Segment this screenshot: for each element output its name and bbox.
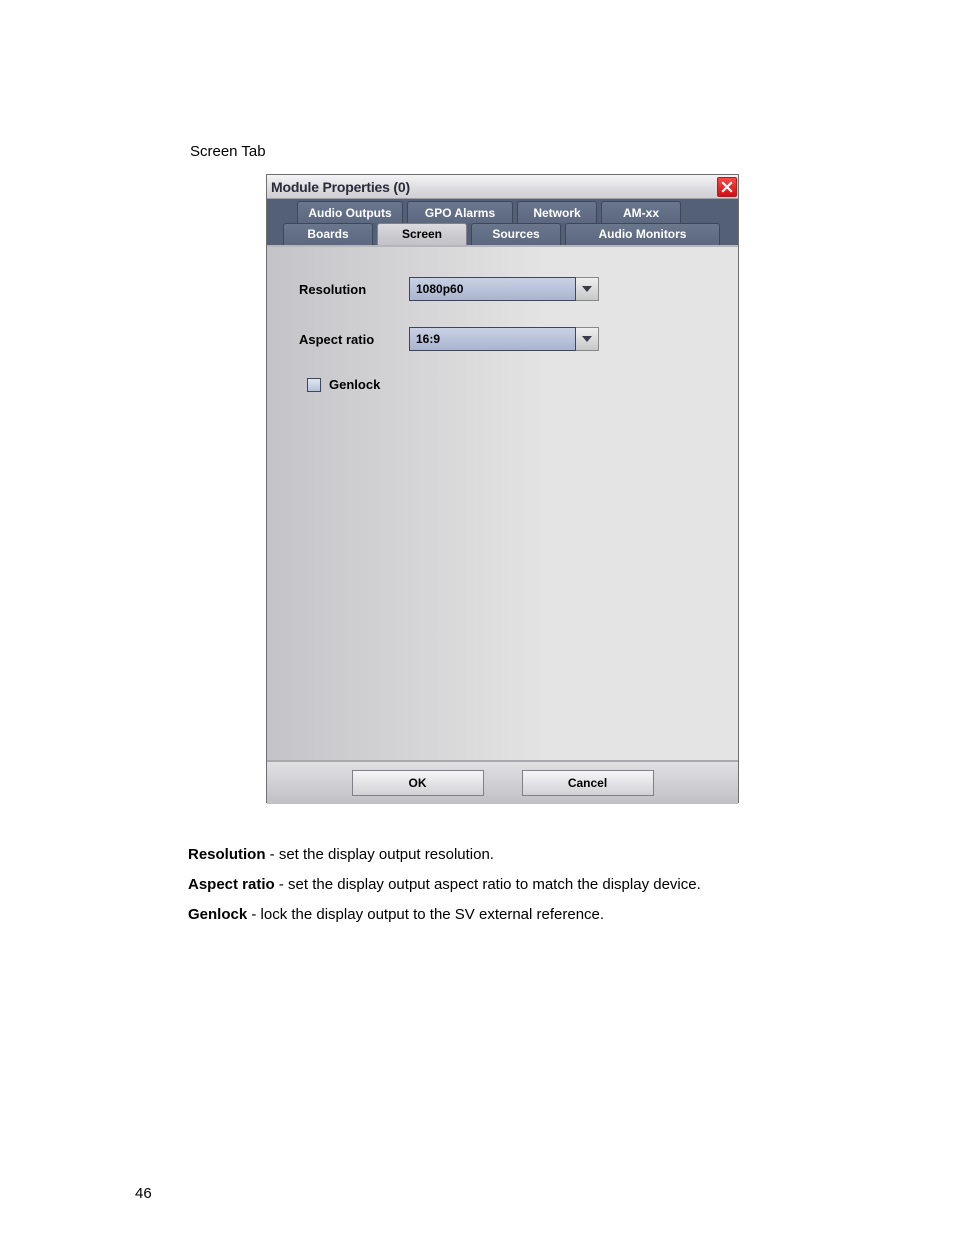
genlock-checkbox[interactable]: [307, 378, 321, 392]
tab-boards[interactable]: Boards: [283, 223, 373, 245]
tab-gpo-alarms[interactable]: GPO Alarms: [407, 201, 513, 223]
description-genlock: Genlock - lock the display output to the…: [188, 905, 604, 925]
text-resolution: - set the display output resolution.: [266, 846, 494, 863]
tab-sources[interactable]: Sources: [471, 223, 561, 245]
genlock-label: Genlock: [329, 377, 380, 392]
tab-network[interactable]: Network: [517, 201, 597, 223]
tab-content: Resolution 1080p60 Aspect ratio 16:9: [267, 245, 738, 760]
text-genlock: - lock the display output to the SV exte…: [247, 906, 604, 923]
close-button[interactable]: [717, 177, 737, 197]
tab-am-xx[interactable]: AM-xx: [601, 201, 681, 223]
section-title: Screen Tab: [190, 143, 266, 160]
resolution-dropdown[interactable]: 1080p60: [409, 277, 599, 301]
resolution-value: 1080p60: [409, 277, 576, 301]
term-resolution: Resolution: [188, 846, 266, 863]
module-properties-dialog: Module Properties (0) Audio Outputs GPO …: [266, 174, 739, 803]
cancel-button[interactable]: Cancel: [522, 770, 654, 796]
aspect-ratio-label: Aspect ratio: [299, 332, 409, 347]
aspect-ratio-value: 16:9: [409, 327, 576, 351]
chevron-down-icon: [582, 336, 592, 342]
close-icon: [721, 181, 733, 193]
dialog-title: Module Properties (0): [271, 179, 410, 195]
chevron-down-icon: [582, 286, 592, 292]
tab-area: Audio Outputs GPO Alarms Network AM-xx B…: [267, 199, 738, 245]
text-aspect: - set the display output aspect ratio to…: [275, 876, 701, 893]
description-resolution: Resolution - set the display output reso…: [188, 845, 494, 865]
resolution-label: Resolution: [299, 282, 409, 297]
dialog-titlebar: Module Properties (0): [267, 175, 738, 199]
tab-screen[interactable]: Screen: [377, 223, 467, 245]
term-genlock: Genlock: [188, 906, 247, 923]
term-aspect: Aspect ratio: [188, 876, 275, 893]
aspect-ratio-dropdown[interactable]: 16:9: [409, 327, 599, 351]
tab-audio-outputs[interactable]: Audio Outputs: [297, 201, 403, 223]
tab-audio-monitors[interactable]: Audio Monitors: [565, 223, 720, 245]
aspect-ratio-dropdown-button[interactable]: [576, 327, 599, 351]
description-aspect: Aspect ratio - set the display output as…: [188, 875, 701, 895]
ok-button[interactable]: OK: [352, 770, 484, 796]
resolution-dropdown-button[interactable]: [576, 277, 599, 301]
dialog-button-bar: OK Cancel: [267, 760, 738, 804]
page-number: 46: [135, 1185, 152, 1202]
